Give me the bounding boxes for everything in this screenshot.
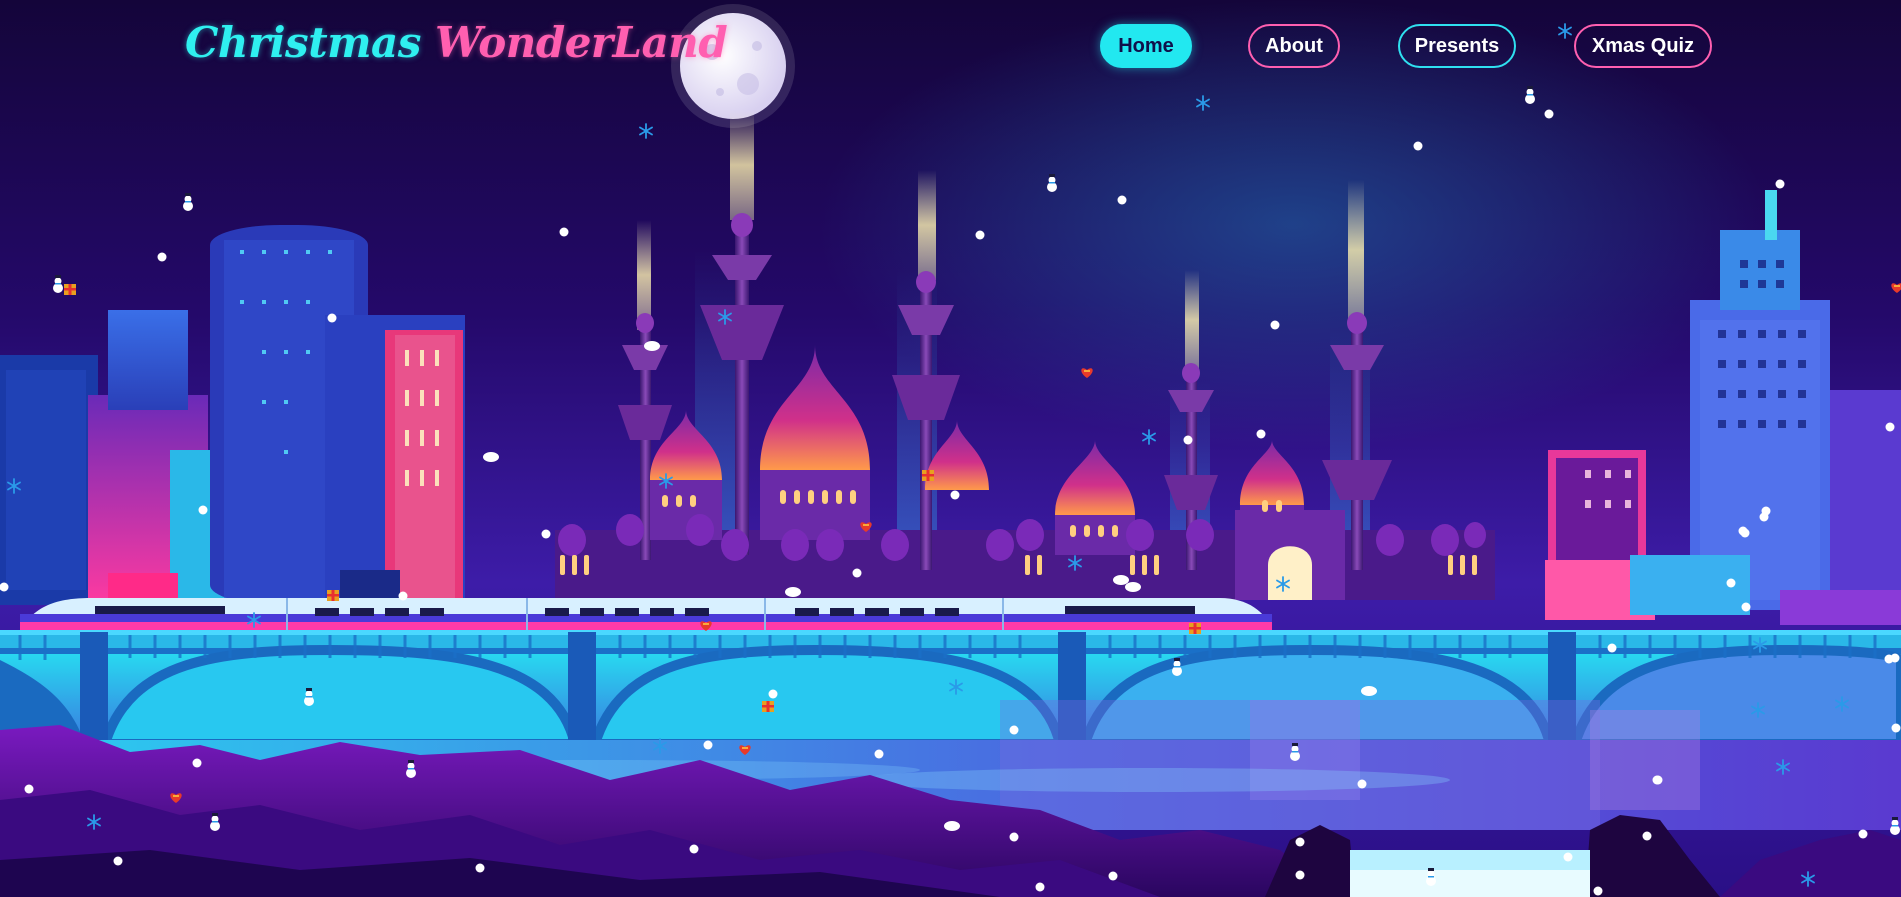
- nav-about-button[interactable]: About: [1248, 24, 1340, 68]
- logo-word-christmas: Christmas: [185, 18, 421, 67]
- site-logo[interactable]: Christmas WonderLand: [185, 18, 728, 67]
- nav-xmas-quiz-button[interactable]: Xmas Quiz: [1574, 24, 1712, 68]
- site-header: Christmas WonderLand Home About Presents…: [0, 0, 1901, 100]
- logo-word-wonderland: WonderLand: [435, 18, 728, 67]
- nav-home-button[interactable]: Home: [1100, 24, 1192, 68]
- nav-presents-button[interactable]: Presents: [1398, 24, 1516, 68]
- train: [20, 598, 1272, 635]
- night-city-scene: [0, 0, 1901, 897]
